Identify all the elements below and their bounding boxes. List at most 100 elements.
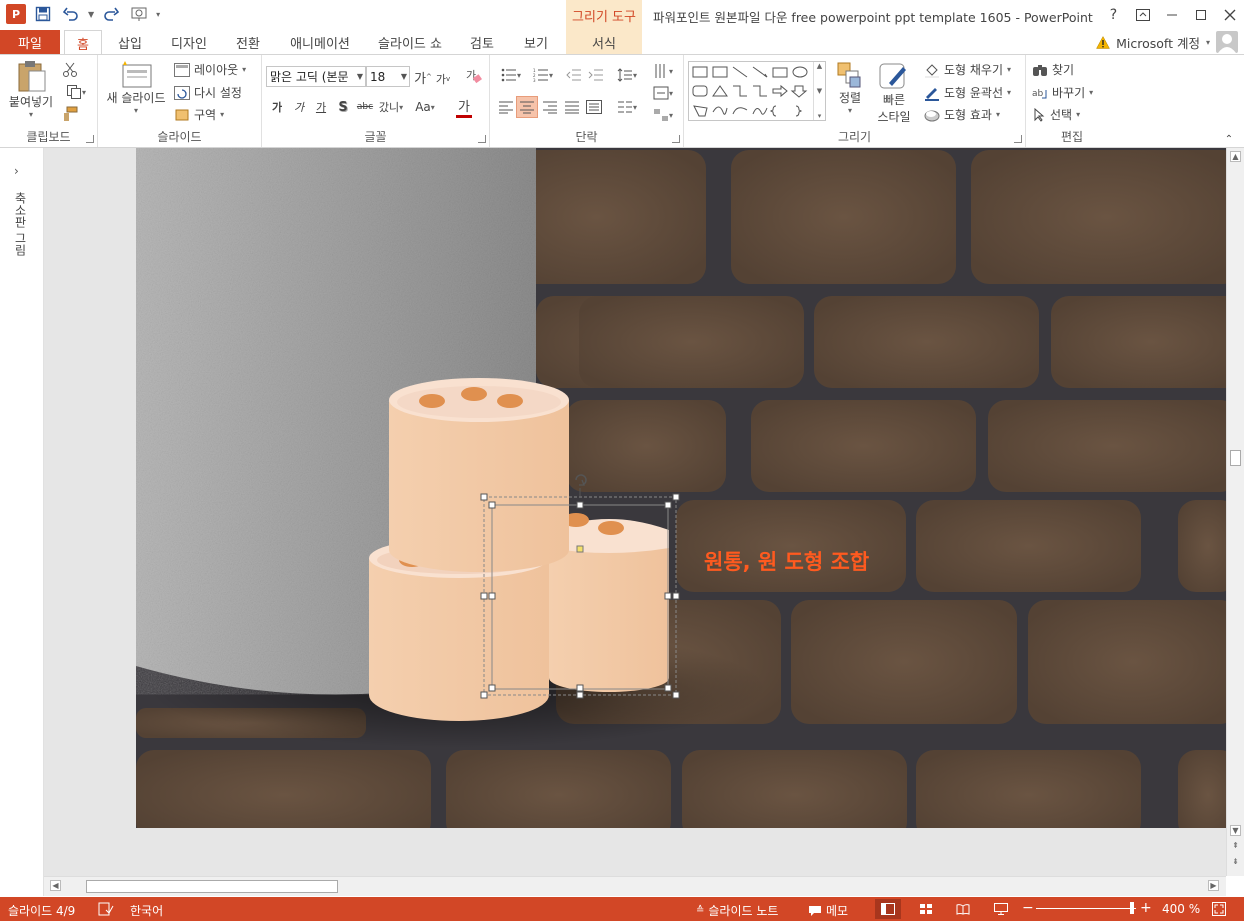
scroll-left-icon[interactable]: ◀: [50, 880, 61, 891]
adjustment-handle[interactable]: [576, 545, 584, 553]
bullets-icon[interactable]: ▾: [496, 65, 526, 85]
avatar[interactable]: [1216, 31, 1238, 53]
scroll-down-icon[interactable]: ▼: [1230, 825, 1241, 836]
tab-review[interactable]: 검토: [462, 30, 502, 54]
tab-slideshow[interactable]: 슬라이드 쇼: [370, 30, 450, 54]
replace-button[interactable]: ab 바꾸기 ▾: [1032, 84, 1093, 101]
paragraph-launcher-icon[interactable]: [672, 135, 680, 143]
italic-button[interactable]: 가: [290, 97, 308, 117]
undo-dropdown-icon[interactable]: ▼: [88, 10, 94, 19]
font-launcher-icon[interactable]: [478, 135, 486, 143]
language-status[interactable]: 한국어: [130, 902, 163, 919]
font-size-combo[interactable]: 18 ▼: [366, 66, 410, 87]
copy-icon[interactable]: ▾: [60, 83, 92, 101]
tab-transitions[interactable]: 전환: [226, 30, 270, 54]
shape-effects-button[interactable]: 도형 효과 ▾: [924, 106, 1000, 123]
horizontal-scroll-thumb[interactable]: [86, 880, 338, 893]
tab-design[interactable]: 디자인: [164, 30, 214, 54]
select-button[interactable]: 선택 ▾: [1032, 106, 1080, 123]
grow-font-button[interactable]: 가 ^: [414, 67, 432, 87]
undo-icon[interactable]: [60, 4, 82, 24]
account-area[interactable]: Microsoft 계정 ▾: [1096, 33, 1210, 52]
close-icon[interactable]: [1215, 0, 1244, 30]
scroll-up-icon[interactable]: ▲: [1230, 151, 1241, 162]
previous-slide-icon[interactable]: ⇞: [1230, 840, 1241, 851]
reset-button[interactable]: 다시 설정: [174, 84, 242, 101]
underline-button[interactable]: 가: [312, 97, 330, 117]
collapse-ribbon-icon[interactable]: ⌃: [1222, 133, 1236, 145]
shape-outline-button[interactable]: 도형 윤곽선 ▾: [924, 84, 1011, 101]
line-spacing-icon[interactable]: ▾: [612, 65, 642, 85]
powerpoint-app-icon[interactable]: P: [6, 4, 26, 24]
paste-button[interactable]: 붙여넣기 ▾: [6, 59, 56, 119]
vertical-scrollbar[interactable]: ▲ ▼ ⇞ ⇟: [1226, 148, 1244, 876]
comments-button[interactable]: 메모: [808, 902, 848, 919]
maximize-icon[interactable]: [1186, 0, 1215, 30]
zoom-out-icon[interactable]: −: [1022, 900, 1034, 916]
fit-to-window-icon[interactable]: [1212, 902, 1226, 916]
redo-icon[interactable]: [100, 4, 122, 24]
expand-thumbnails-icon[interactable]: ›: [14, 164, 19, 178]
drawing-launcher-icon[interactable]: [1014, 135, 1022, 143]
slide-caption[interactable]: 원통, 원 도형 조합: [704, 546, 869, 576]
find-button[interactable]: 찾기: [1032, 61, 1074, 78]
align-text-icon[interactable]: ▾: [648, 83, 678, 103]
layout-button[interactable]: 레이아웃 ▾: [174, 61, 246, 78]
rotate-handle-icon[interactable]: [575, 474, 587, 496]
align-right-icon[interactable]: [540, 97, 560, 117]
help-icon[interactable]: ?: [1099, 0, 1128, 30]
tab-view[interactable]: 보기: [514, 30, 558, 54]
text-shadow-button[interactable]: S: [334, 97, 352, 117]
zoom-in-icon[interactable]: +: [1140, 900, 1152, 916]
quick-styles-button[interactable]: 빠른 스타일: [870, 61, 918, 125]
save-icon[interactable]: [32, 4, 54, 24]
account-label[interactable]: Microsoft 계정: [1116, 33, 1200, 52]
slide-show-view-icon[interactable]: [988, 899, 1014, 919]
tab-format[interactable]: 서식: [566, 30, 642, 54]
tab-home[interactable]: 홈: [64, 30, 102, 55]
align-center-icon[interactable]: [516, 96, 538, 118]
reading-view-icon[interactable]: [950, 899, 976, 919]
shapes-gallery-scroll[interactable]: ▲ ▼ ▾: [813, 62, 825, 120]
character-spacing-button[interactable]: 갔니 ▾: [376, 97, 406, 117]
zoom-slider-knob[interactable]: [1130, 902, 1134, 914]
normal-view-icon[interactable]: [875, 899, 901, 919]
change-case-button[interactable]: Aa ▾: [410, 97, 440, 117]
zoom-slider-track[interactable]: [1036, 908, 1136, 909]
strikethrough-button[interactable]: abc: [354, 97, 376, 117]
slide-sorter-view-icon[interactable]: [913, 899, 939, 919]
vertical-scroll-thumb[interactable]: [1230, 450, 1241, 466]
clipboard-launcher-icon[interactable]: [86, 135, 94, 143]
cut-icon[interactable]: [60, 61, 80, 79]
text-direction-icon[interactable]: ▾: [648, 61, 678, 81]
slide-canvas[interactable]: 원통, 원 도형 조합: [136, 148, 1226, 828]
arrange-button[interactable]: 정렬 ▾: [832, 61, 868, 115]
account-dropdown-icon[interactable]: ▾: [1206, 38, 1210, 47]
scroll-right-icon[interactable]: ▶: [1208, 880, 1219, 891]
customize-qat-icon[interactable]: ▾: [156, 10, 160, 19]
tab-insert[interactable]: 삽입: [108, 30, 152, 54]
clear-formatting-icon[interactable]: 가: [462, 65, 484, 87]
decrease-indent-icon[interactable]: [564, 65, 584, 85]
bold-button[interactable]: 가: [268, 97, 286, 117]
new-slide-button[interactable]: 새 슬라이드 ▾: [104, 59, 168, 115]
tab-animations[interactable]: 애니메이션: [282, 30, 358, 54]
next-slide-icon[interactable]: ⇟: [1230, 856, 1241, 867]
horizontal-scrollbar[interactable]: ◀ ▶: [44, 876, 1226, 896]
distributed-icon[interactable]: [584, 97, 604, 117]
shrink-font-button[interactable]: 가v: [434, 69, 452, 89]
justify-icon[interactable]: [562, 97, 582, 117]
minimize-icon[interactable]: [1157, 0, 1186, 30]
notes-button[interactable]: ≙ 슬라이드 노트: [696, 902, 778, 919]
align-left-icon[interactable]: [496, 97, 516, 117]
convert-to-smartart-icon[interactable]: ▾: [648, 105, 678, 125]
font-color-button[interactable]: 가: [448, 95, 480, 119]
start-from-beginning-icon[interactable]: [128, 4, 150, 24]
section-button[interactable]: 구역 ▾: [174, 106, 224, 123]
columns-icon[interactable]: ▾: [612, 97, 642, 117]
font-name-combo[interactable]: 맑은 고딕 (본문 ▼: [266, 66, 366, 87]
resize-handles[interactable]: [480, 493, 680, 699]
zoom-level[interactable]: 400 %: [1162, 902, 1200, 916]
increase-indent-icon[interactable]: [586, 65, 606, 85]
shapes-gallery[interactable]: ▲ ▼ ▾: [688, 61, 826, 121]
